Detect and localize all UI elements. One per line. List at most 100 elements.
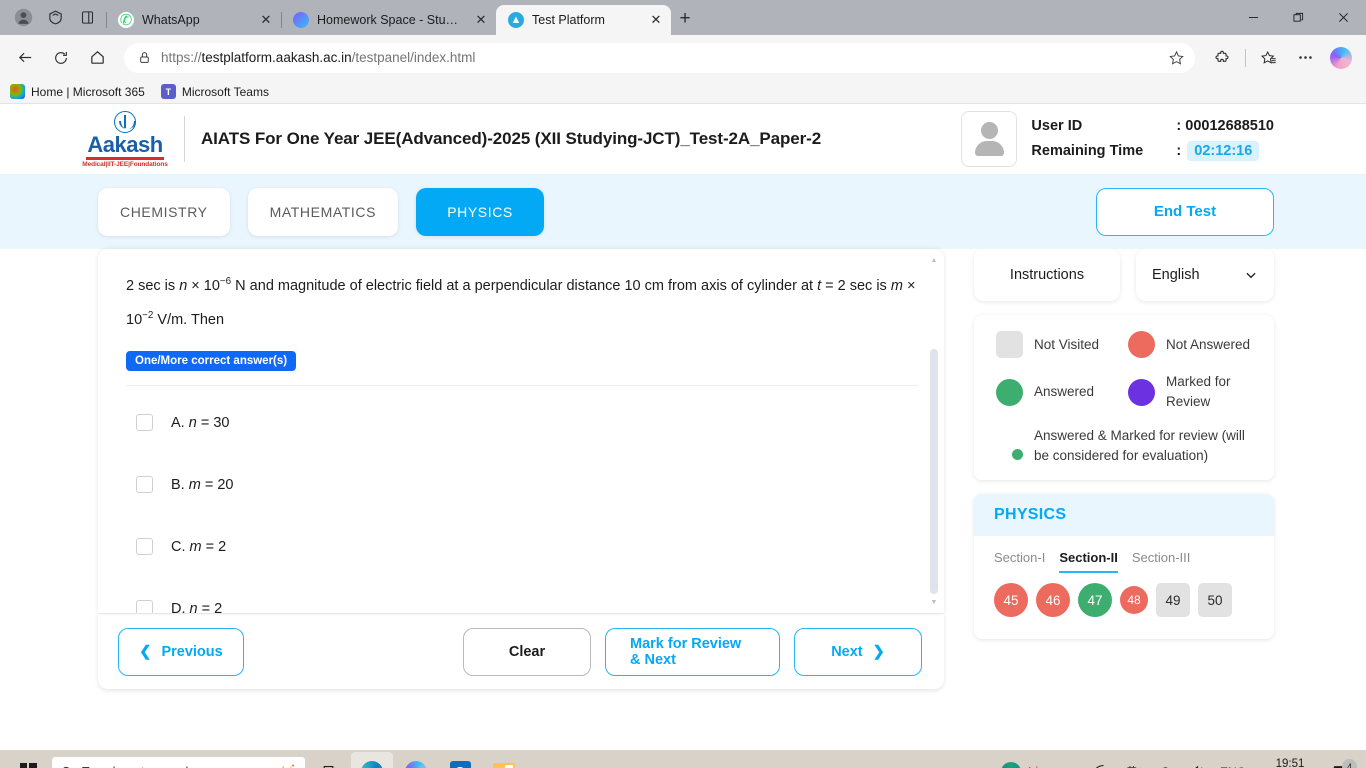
option-checkbox[interactable] xyxy=(136,600,153,613)
start-button[interactable] xyxy=(6,750,50,768)
onedrive-icon[interactable] xyxy=(1149,750,1182,768)
settings-and-more-icon[interactable] xyxy=(1288,41,1322,75)
tab-title: Test Platform xyxy=(532,13,605,27)
question-number-48[interactable]: 48 xyxy=(1120,586,1148,614)
live-cricket-widget[interactable]: Live xyxy=(993,761,1060,768)
chevron-left-icon: ❮ xyxy=(139,643,152,660)
legend-label: Answered & Marked for review (will be co… xyxy=(1034,428,1245,463)
close-icon[interactable]: ✕ xyxy=(647,11,665,29)
maximize-restore-button[interactable] xyxy=(1276,0,1321,35)
legend-label: Marked for Review xyxy=(1166,374,1231,409)
search-input[interactable]: Type here to search xyxy=(52,756,305,768)
subject-tab-bar: CHEMISTRY MATHEMATICS PHYSICS End Test xyxy=(0,174,1366,249)
copilot-icon[interactable] xyxy=(1324,41,1358,75)
browser-tab-studyx[interactable]: Homework Space - StudyX ✕ xyxy=(281,5,496,35)
end-test-button[interactable]: End Test xyxy=(1096,187,1274,236)
status-swatch xyxy=(996,378,1023,406)
question-number-45[interactable]: 45 xyxy=(994,583,1028,617)
network-wifi-icon[interactable] xyxy=(1087,750,1118,768)
option-b[interactable]: B. m = 20 xyxy=(126,454,918,516)
clock[interactable]: 19:51 17-11-2024 xyxy=(1253,757,1327,768)
instructions-button[interactable]: Instructions xyxy=(974,249,1120,301)
previous-button[interactable]: ❮ Previous xyxy=(118,627,244,676)
copilot-taskbar-icon[interactable] xyxy=(395,752,437,768)
camera-icon[interactable] xyxy=(1118,750,1149,768)
tab-chemistry[interactable]: CHEMISTRY xyxy=(98,187,230,236)
minimize-button[interactable] xyxy=(1231,0,1276,35)
aakash-logo[interactable]: Aakash Medical|IIT-JEE|Foundations xyxy=(70,110,201,168)
chevron-down-icon xyxy=(1246,272,1256,279)
new-tab-button[interactable]: + xyxy=(671,5,699,33)
notification-center-button[interactable]: 4 xyxy=(1327,759,1360,768)
option-checkbox[interactable] xyxy=(136,538,153,556)
mark-for-review-next-button[interactable]: Mark for Review & Next xyxy=(605,627,780,676)
section-tab-3[interactable]: Section-III xyxy=(1132,550,1191,573)
back-icon[interactable] xyxy=(8,41,42,75)
test-platform-page: Aakash Medical|IIT-JEE|Foundations AIATS… xyxy=(0,104,1366,750)
question-number-47[interactable]: 47 xyxy=(1078,583,1112,617)
extensions-icon[interactable] xyxy=(1205,41,1239,75)
bookmark-microsoft-365[interactable]: Home | Microsoft 365 xyxy=(10,84,145,99)
next-button[interactable]: Next ❯ xyxy=(794,627,922,676)
question-scrollbar[interactable]: ▲ ▼ xyxy=(929,257,939,607)
legend-marked-for-review: Marked for Review xyxy=(1128,372,1260,412)
reload-icon[interactable] xyxy=(44,41,78,75)
option-c[interactable]: C. m = 2 xyxy=(126,516,918,578)
show-hidden-icons[interactable] xyxy=(1060,750,1087,768)
scrollbar-thumb[interactable] xyxy=(930,349,938,594)
tab-physics[interactable]: PHYSICS xyxy=(416,187,545,236)
section-tab-2[interactable]: Section-II xyxy=(1059,550,1118,573)
legend-label: Not Visited xyxy=(1034,336,1100,352)
address-bar[interactable]: https://testplatform.aakash.ac.in/testpa… xyxy=(124,42,1195,73)
language-indicator[interactable]: ENG xyxy=(1213,750,1253,768)
profile-avatar-icon[interactable] xyxy=(8,3,38,33)
option-a[interactable]: A. n = 30 xyxy=(126,392,918,454)
option-list: A. n = 30 B. m = 20 C. m = 2 D. n = 2 xyxy=(126,392,918,613)
volume-icon[interactable] xyxy=(1182,750,1213,768)
option-checkbox[interactable] xyxy=(136,414,153,432)
task-view-icon[interactable] xyxy=(307,752,349,768)
question-card: 2 sec is n × 10−6 N and magnitude of ele… xyxy=(98,249,944,613)
copilot-sparkle-icon xyxy=(281,763,295,768)
collections-icon[interactable] xyxy=(1252,41,1286,75)
bookmark-microsoft-teams[interactable]: T Microsoft Teams xyxy=(160,84,269,99)
option-checkbox[interactable] xyxy=(136,476,153,494)
legend-not-answered: Not Answered xyxy=(1128,331,1260,358)
tab-mathematics[interactable]: MATHEMATICS xyxy=(247,187,399,236)
microsoft365-icon xyxy=(10,84,25,99)
option-d[interactable]: D. n = 2 xyxy=(126,578,918,613)
windows-logo-icon xyxy=(19,763,37,768)
browser-tab-test-platform[interactable]: ▲ Test Platform ✕ xyxy=(496,5,671,35)
bookmarks-bar: Home | Microsoft 365 T Microsoft Teams xyxy=(0,80,1366,104)
close-icon[interactable]: ✕ xyxy=(472,11,490,29)
browser-toolbar: https://testplatform.aakash.ac.in/testpa… xyxy=(0,35,1366,80)
status-swatch xyxy=(1128,378,1155,406)
question-number-46[interactable]: 46 xyxy=(1036,583,1070,617)
question-number-50[interactable]: 50 xyxy=(1198,583,1232,617)
section-tabs: Section-I Section-II Section-III xyxy=(974,536,1274,573)
page-title: AIATS For One Year JEE(Advanced)-2025 (X… xyxy=(201,129,822,148)
language-selector[interactable]: English xyxy=(1136,249,1274,301)
outlook-icon[interactable]: O xyxy=(439,752,481,768)
split-screen-icon[interactable] xyxy=(72,3,102,33)
browser-essentials-icon[interactable] xyxy=(40,3,70,33)
aakash-icon: ▲ xyxy=(508,12,524,28)
browser-tab-whatsapp[interactable]: ✆ WhatsApp ✕ xyxy=(106,5,281,35)
home-icon[interactable] xyxy=(80,41,114,75)
file-explorer-icon[interactable] xyxy=(483,752,525,768)
edge-icon[interactable] xyxy=(351,752,393,768)
scroll-up-arrow-icon[interactable]: ▲ xyxy=(930,257,938,265)
legend-answered-and-marked: Answered & Marked for review (will be co… xyxy=(996,426,1260,466)
remaining-time-separator: : xyxy=(1176,142,1182,159)
remaining-time-label: Remaining Time xyxy=(1031,142,1144,159)
question-number-49[interactable]: 49 xyxy=(1156,583,1190,617)
add-favorite-icon[interactable] xyxy=(1163,45,1189,71)
window-controls xyxy=(1231,0,1366,35)
close-window-button[interactable] xyxy=(1321,0,1366,35)
scroll-down-arrow-icon[interactable]: ▼ xyxy=(930,599,938,607)
question-text: 2 sec is n × 10−6 N and magnitude of ele… xyxy=(126,276,916,328)
clear-button[interactable]: Clear xyxy=(463,627,591,676)
close-icon[interactable]: ✕ xyxy=(257,11,275,29)
section-tab-1[interactable]: Section-I xyxy=(994,550,1045,573)
legend-answered: Answered xyxy=(996,372,1128,412)
